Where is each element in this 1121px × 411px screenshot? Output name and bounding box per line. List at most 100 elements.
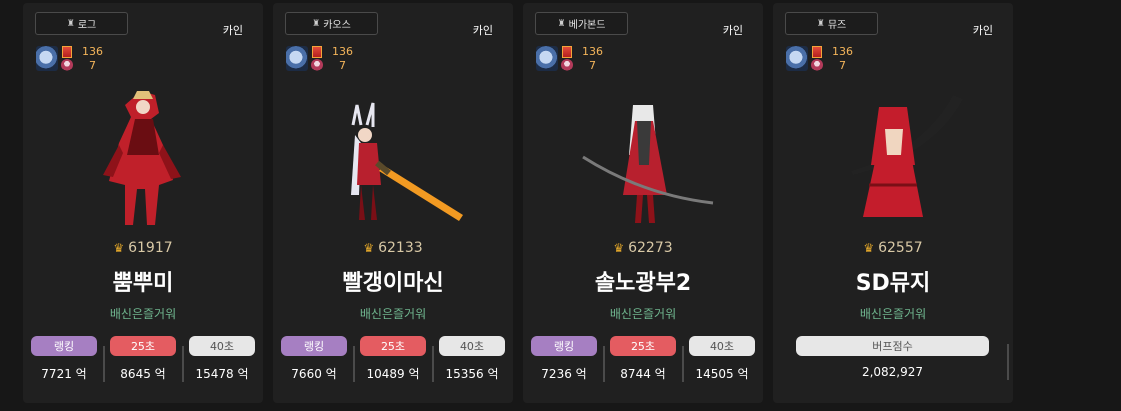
character-illustration bbox=[582, 105, 714, 223]
guild-name[interactable]: 배신은즐거워 bbox=[773, 305, 1013, 322]
divider bbox=[103, 346, 105, 382]
rank-ribbon-icon bbox=[560, 46, 574, 71]
level-sub-value: 7 bbox=[589, 59, 596, 72]
job-tag[interactable]: ♜ 뮤즈 bbox=[785, 12, 878, 35]
character-card[interactable]: ♜ 뮤즈 카인 136 7 ♛ 62557 SD뮤지 배신은즐거워 버프점수 2,… bbox=[773, 3, 1013, 403]
stats-row: 랭킹 7236 억 25초 8744 억 40초 14505 억 bbox=[531, 336, 755, 382]
divider bbox=[182, 346, 184, 382]
buff-score-pill[interactable]: 버프점수 bbox=[796, 336, 989, 356]
rank-ribbon-icon bbox=[60, 46, 74, 71]
job-label: 베가본드 bbox=[568, 20, 606, 31]
25s-pill[interactable]: 25초 bbox=[110, 336, 176, 356]
25s-pill[interactable]: 25초 bbox=[610, 336, 676, 356]
ranking-pill[interactable]: 랭킹 bbox=[281, 336, 347, 356]
fame-score: ♛ 62133 bbox=[273, 240, 513, 256]
fame-value: 62557 bbox=[878, 240, 923, 256]
crown-icon: ♛ bbox=[113, 241, 125, 255]
ranking-value: 7660 억 bbox=[291, 367, 337, 381]
ranking-pill[interactable]: 랭킹 bbox=[531, 336, 597, 356]
character-name[interactable]: 빨갱이마신 bbox=[273, 265, 513, 297]
character-icon: ♜ bbox=[312, 18, 321, 29]
job-tag[interactable]: ♜ 카오스 bbox=[285, 12, 378, 35]
avatar-icon bbox=[36, 46, 58, 71]
fame-value: 62273 bbox=[628, 240, 673, 256]
avatar-icon bbox=[536, 46, 558, 71]
server-label: 카인 bbox=[972, 24, 993, 37]
level-value: 136 bbox=[582, 45, 603, 58]
25s-value: 8744 억 bbox=[620, 367, 666, 381]
character-name[interactable]: 뿜뿌미 bbox=[23, 265, 263, 297]
rank-ribbon-icon bbox=[310, 46, 324, 71]
character-card-row: ♜ 로그 카인 136 7 ♛ 61917 뿜뿌미 배신은즐거워 랭킹 7721… bbox=[23, 3, 1013, 403]
divider bbox=[682, 346, 684, 382]
badge-group bbox=[786, 46, 824, 71]
character-card[interactable]: ♜ 카오스 카인 136 7 ♛ 62133 빨갱이마신 배신은즐거워 랭킹 7… bbox=[273, 3, 513, 403]
avatar-icon bbox=[786, 46, 808, 71]
divider bbox=[1007, 344, 1009, 380]
40s-pill[interactable]: 40초 bbox=[439, 336, 505, 356]
stat-ranking: 랭킹 7660 억 bbox=[281, 336, 347, 382]
40s-pill[interactable]: 40초 bbox=[689, 336, 755, 356]
avatar-icon bbox=[286, 46, 308, 71]
level-value: 136 bbox=[832, 45, 853, 58]
badge-group bbox=[286, 46, 324, 71]
crown-icon: ♛ bbox=[613, 241, 625, 255]
character-illustration bbox=[103, 91, 181, 225]
job-label: 로그 bbox=[77, 20, 97, 31]
character-card[interactable]: ♜ 베가본드 카인 136 7 ♛ 62273 솔노광부2 배신은즐거워 랭킹 … bbox=[523, 3, 763, 403]
level-value: 136 bbox=[82, 45, 103, 58]
stat-25s: 25초 8744 억 bbox=[603, 336, 676, 382]
stat-40s: 40초 15356 억 bbox=[432, 336, 505, 382]
25s-pill[interactable]: 25초 bbox=[360, 336, 426, 356]
divider bbox=[603, 346, 605, 382]
level-sub-value: 7 bbox=[839, 59, 846, 72]
rank-ribbon-icon bbox=[810, 46, 824, 71]
character-illustration bbox=[351, 102, 463, 221]
stats-row: 랭킹 7660 억 25초 10489 억 40초 15356 억 bbox=[281, 336, 505, 382]
level-sub-value: 7 bbox=[89, 59, 96, 72]
character-illustration bbox=[851, 95, 963, 217]
stat-40s: 40초 14505 억 bbox=[682, 336, 755, 382]
fame-score: ♛ 62557 bbox=[773, 240, 1013, 256]
40s-value: 15478 억 bbox=[195, 367, 249, 381]
stat-25s: 25초 10489 억 bbox=[353, 336, 426, 382]
level-value: 136 bbox=[332, 45, 353, 58]
badge-group bbox=[36, 46, 74, 71]
fame-value: 62133 bbox=[378, 240, 423, 256]
ranking-pill[interactable]: 랭킹 bbox=[31, 336, 97, 356]
fame-value: 61917 bbox=[128, 240, 173, 256]
server-label: 카인 bbox=[722, 24, 743, 37]
job-tag[interactable]: ♜ 로그 bbox=[35, 12, 128, 35]
character-name[interactable]: 솔노광부2 bbox=[523, 265, 763, 297]
buff-score-value: 2,082,927 bbox=[861, 365, 924, 379]
level-sub-value: 7 bbox=[339, 59, 346, 72]
badge-group bbox=[536, 46, 574, 71]
character-name[interactable]: SD뮤지 bbox=[773, 265, 1013, 297]
job-tag[interactable]: ♜ 베가본드 bbox=[535, 12, 628, 35]
server-label: 카인 bbox=[222, 24, 243, 37]
ranking-value: 7236 억 bbox=[541, 367, 587, 381]
level-info: 136 7 bbox=[582, 45, 603, 73]
character-icon: ♜ bbox=[557, 18, 566, 29]
server-label: 카인 bbox=[472, 24, 493, 37]
fame-score: ♛ 62273 bbox=[523, 240, 763, 256]
stat-25s: 25초 8645 억 bbox=[103, 336, 176, 382]
stats-row: 랭킹 7721 억 25초 8645 억 40초 15478 억 bbox=[31, 336, 255, 382]
stat-ranking: 랭킹 7721 억 bbox=[31, 336, 97, 382]
fame-score: ♛ 61917 bbox=[23, 240, 263, 256]
level-info: 136 7 bbox=[832, 45, 853, 73]
character-icon: ♜ bbox=[66, 18, 75, 29]
level-info: 136 7 bbox=[332, 45, 353, 73]
40s-value: 14505 억 bbox=[695, 367, 749, 381]
40s-value: 15356 억 bbox=[445, 367, 499, 381]
guild-name[interactable]: 배신은즐거워 bbox=[23, 305, 263, 322]
ranking-value: 7721 억 bbox=[41, 367, 87, 381]
crown-icon: ♛ bbox=[863, 241, 875, 255]
guild-name[interactable]: 배신은즐거워 bbox=[523, 305, 763, 322]
40s-pill[interactable]: 40초 bbox=[189, 336, 255, 356]
guild-name[interactable]: 배신은즐거워 bbox=[273, 305, 513, 322]
job-label: 카오스 bbox=[323, 20, 351, 31]
character-card[interactable]: ♜ 로그 카인 136 7 ♛ 61917 뿜뿌미 배신은즐거워 랭킹 7721… bbox=[23, 3, 263, 403]
level-info: 136 7 bbox=[82, 45, 103, 73]
character-icon: ♜ bbox=[816, 18, 825, 29]
